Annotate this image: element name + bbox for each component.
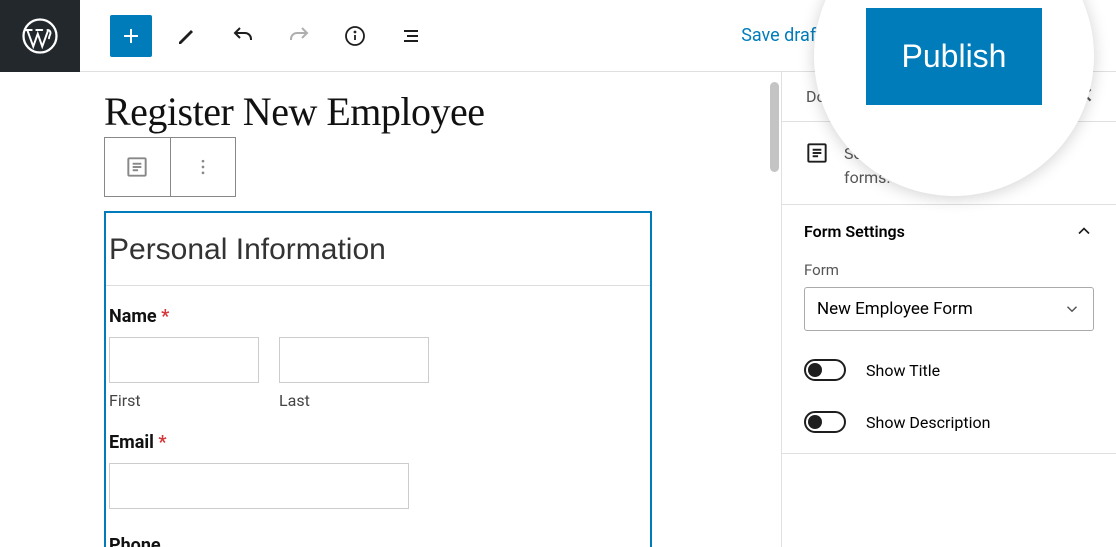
block-toolbar [104, 137, 236, 197]
show-title-label: Show Title [866, 361, 940, 380]
form-select[interactable]: New Employee Form [804, 287, 1094, 331]
phone-field-label: Phone [109, 535, 650, 547]
show-description-toggle[interactable] [804, 411, 846, 433]
last-sublabel: Last [279, 391, 429, 410]
info-button[interactable] [334, 15, 376, 57]
name-field-label: Name * [109, 306, 650, 327]
block-type-button[interactable] [105, 138, 171, 196]
redo-button[interactable] [278, 15, 320, 57]
first-name-input[interactable] [109, 337, 259, 383]
form-block-icon [804, 140, 830, 190]
form-settings-toggle[interactable]: Form Settings [782, 205, 1116, 257]
form-block[interactable]: Personal Information Name * First Last E… [104, 211, 652, 547]
chevron-up-icon [1074, 221, 1094, 241]
form-section-heading: Personal Information [106, 213, 650, 286]
form-select-label: Form [804, 261, 1094, 279]
block-more-button[interactable] [171, 138, 236, 196]
edit-mode-button[interactable] [166, 15, 208, 57]
publish-button[interactable]: Publish [866, 8, 1043, 105]
scrollbar[interactable] [770, 82, 779, 172]
undo-button[interactable] [222, 15, 264, 57]
outline-button[interactable] [390, 15, 432, 57]
show-title-toggle[interactable] [804, 359, 846, 381]
chevron-down-icon [1063, 300, 1081, 318]
page-title[interactable]: Register New Employee [104, 88, 781, 135]
email-input[interactable] [109, 463, 409, 509]
first-sublabel: First [109, 391, 259, 410]
show-description-label: Show Description [866, 413, 990, 432]
add-block-button[interactable] [110, 15, 152, 57]
required-marker: * [158, 432, 166, 453]
required-marker: * [161, 306, 169, 327]
wordpress-logo[interactable] [0, 0, 80, 72]
last-name-input[interactable] [279, 337, 429, 383]
editor-canvas: Register New Employee Personal Informati… [0, 72, 781, 547]
email-field-label: Email * [109, 432, 650, 453]
form-settings-section: Form Settings Form New Employee Form Sho… [782, 205, 1116, 454]
